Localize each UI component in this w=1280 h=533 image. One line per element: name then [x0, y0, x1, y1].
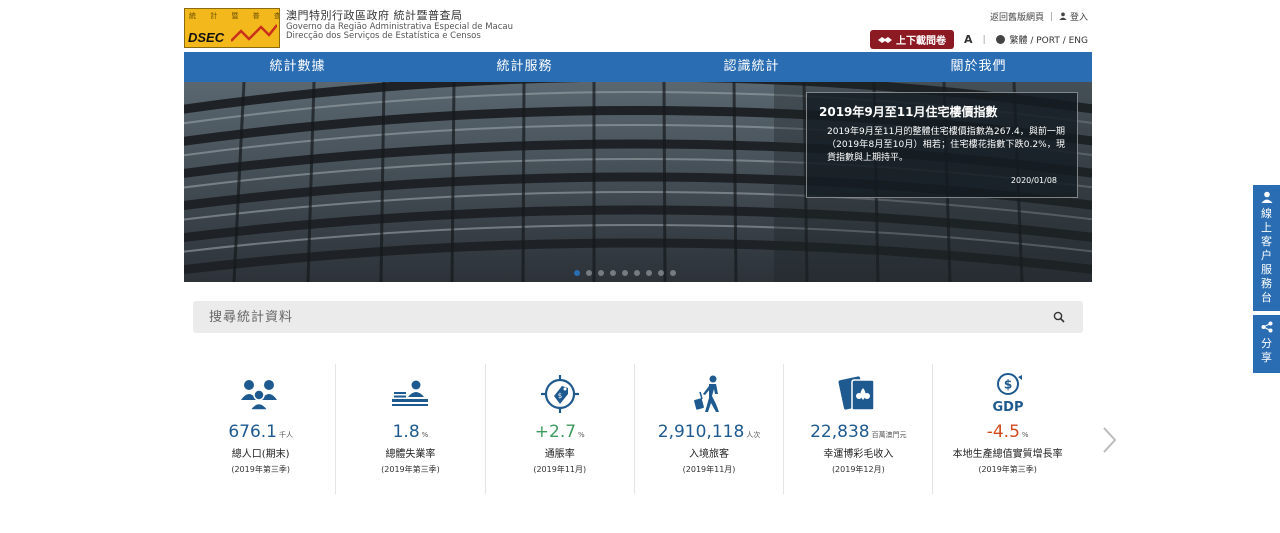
search-bar [193, 301, 1083, 333]
carousel-indicators [574, 270, 676, 276]
traveller-icon [694, 375, 720, 412]
old-site-link[interactable]: 返回舊版網頁 [990, 10, 1044, 23]
share-icon [1261, 321, 1272, 333]
search-icon[interactable] [1053, 311, 1065, 323]
indicator-period: (2019年11月) [533, 465, 587, 474]
nav-item-about-us[interactable]: 關於我們 [865, 52, 1092, 82]
key-indicators: 676.1 千人 總人口(期末) (2019年第三季) 1.8% 總體失業率 (2… [186, 364, 1082, 494]
indicator-label: 本地生產總值實質增長率 [952, 449, 1063, 460]
price-tag-icon: $ [540, 375, 579, 413]
main-nav: 統計數據 統計服務 認識統計 關於我們 [184, 52, 1092, 82]
chevron-right-icon[interactable] [1101, 426, 1117, 454]
carousel-dot[interactable] [658, 270, 664, 276]
dsec-logo[interactable]: 統 計 暨 普 查 局 DSEC [184, 8, 280, 48]
carousel-dot[interactable] [610, 270, 616, 276]
divider: | [1050, 11, 1054, 22]
indicator-period: (2019年11月) [682, 465, 736, 474]
carousel-dot[interactable] [574, 270, 580, 276]
nav-item-about-statistics[interactable]: 認識統計 [638, 52, 865, 82]
download-label: 上下載問卷 [896, 36, 947, 47]
logo-zigzag-icon [231, 24, 277, 42]
share-tab[interactable]: 分享 [1253, 315, 1280, 373]
login-link[interactable]: 登入 [1059, 10, 1088, 23]
indicator-label: 總人口(期末) [231, 449, 290, 460]
top-links: 返回舊版網頁 | 登入 [990, 10, 1088, 24]
indicator-population[interactable]: 676.1 千人 總人口(期末) (2019年第三季) [186, 364, 335, 494]
download-questionnaire-button[interactable]: 上下載問卷 [870, 30, 955, 49]
org-name-pt2: Direcção dos Serviços de Estatística e C… [286, 31, 481, 42]
language-switcher[interactable]: 繁體 / PORT / ENG [995, 33, 1088, 46]
gdp-icon: $ GDP [992, 373, 1023, 415]
font-size-toggle[interactable]: A [964, 33, 973, 46]
user-icon [1261, 191, 1272, 203]
people-icon [240, 380, 277, 410]
news-body: 2019年9月至11月的整體住宅樓價指數為267.4，與前一期（2019年8月至… [827, 127, 1065, 163]
nav-item-services[interactable]: 統計服務 [411, 52, 638, 82]
org-name: 澳門特別行政區政府 統計暨普查局 Governo da Região Admin… [286, 9, 513, 42]
indicator-label: 入境旅客 [689, 449, 730, 460]
indicator-visitors[interactable]: 2,910,118 人次 入境旅客 (2019年11月) [633, 364, 783, 494]
gdp-icon-text: GDP [992, 400, 1023, 415]
indicator-inflation[interactable]: $ +2.7% 通脹率 (2019年11月) [484, 364, 634, 494]
carousel-dot[interactable] [646, 270, 652, 276]
carousel-dot[interactable] [634, 270, 640, 276]
indicator-value: -4.5% [986, 422, 1029, 442]
news-title: 2019年9月至11月住宅樓價指數 [819, 105, 998, 119]
indicator-label: 通脹率 [544, 449, 575, 460]
hero-banner[interactable]: 2019年9月至11月住宅樓價指數 2019年9月至11月的整體住宅樓價指數為2… [184, 82, 1092, 282]
indicator-value: 2,910,118 人次 [657, 422, 761, 442]
carousel-dot[interactable] [598, 270, 604, 276]
globe-icon [995, 35, 1005, 44]
svg-text:$: $ [558, 392, 562, 400]
indicator-value: +2.7% [534, 422, 585, 442]
indicator-label: 幸運博彩毛收入 [823, 449, 894, 460]
logo-marks: 統 計 暨 普 查 局 [189, 12, 279, 20]
indicator-value: 676.1 千人 [228, 422, 293, 442]
indicator-period: (2019年12月) [831, 465, 885, 474]
indicator-gdp[interactable]: $ GDP -4.5% 本地生產總值實質增長率 (2019年第三季) [932, 364, 1081, 494]
carousel-dot[interactable] [622, 270, 628, 276]
handshake-icon [878, 36, 893, 43]
search-input[interactable] [193, 301, 1013, 333]
nav-item-statistics[interactable]: 統計數據 [184, 52, 411, 82]
logo-text: DSEC [188, 30, 225, 45]
news-highlight[interactable]: 2019年9月至11月住宅樓價指數 2019年9月至11月的整體住宅樓價指數為2… [806, 92, 1078, 198]
indicator-gaming-revenue[interactable]: 22,838 百萬澳門元 幸運博彩毛收入 (2019年12月) [783, 364, 932, 494]
share-label: 分享 [1261, 337, 1272, 364]
site-header: 統 計 暨 普 查 局 DSEC 澳門特別行政區政府 統計暨普查局 Govern… [184, 6, 1092, 52]
indicator-label: 總體失業率 [385, 449, 436, 460]
gaming-cards-icon [838, 376, 876, 411]
indicator-value: 1.8% [392, 422, 429, 442]
carousel-dot[interactable] [586, 270, 592, 276]
indicator-period: (2019年第三季) [978, 465, 1037, 474]
office-desk-icon [392, 380, 429, 406]
online-service-label: 線上客户服務台 [1261, 207, 1272, 304]
indicator-period: (2019年第三季) [381, 465, 440, 474]
user-icon [1059, 12, 1067, 20]
indicator-unemployment[interactable]: 1.8% 總體失業率 (2019年第三季) [335, 364, 484, 494]
org-name-zh: 澳門特別行政區政府 統計暨普查局 [286, 9, 463, 22]
divider: | [982, 34, 986, 45]
svg-text:$: $ [1003, 378, 1011, 392]
carousel-dot[interactable] [670, 270, 676, 276]
online-service-tab[interactable]: 線上客户服務台 [1253, 185, 1280, 311]
indicator-period: (2019年第三季) [231, 465, 290, 474]
indicator-value: 22,838 百萬澳門元 [810, 422, 907, 442]
language-label: 繁體 / PORT / ENG [1009, 36, 1088, 46]
utility-row: 上下載問卷 A | 繁體 / PORT / ENG [870, 30, 1088, 49]
login-label: 登入 [1069, 13, 1088, 23]
news-date: 2020/01/08 [1010, 176, 1057, 185]
